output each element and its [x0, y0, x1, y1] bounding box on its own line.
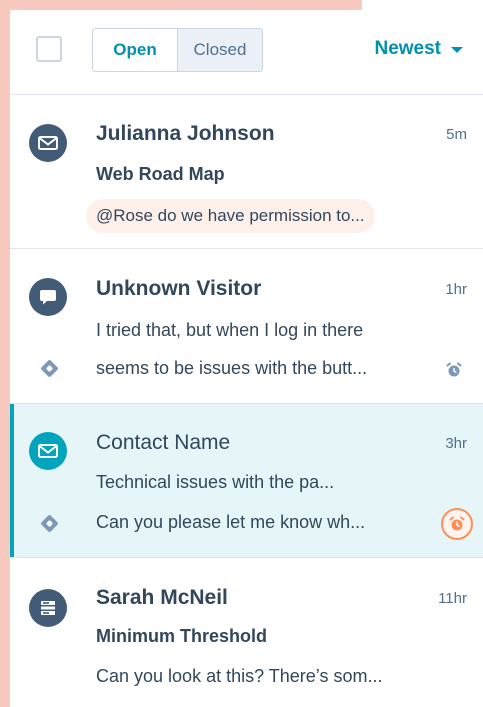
form-icon — [29, 589, 67, 627]
conversation-inbox-panel: Open Closed Newest Julianna Johnson 5m W… — [10, 10, 483, 707]
sort-dropdown[interactable]: Newest — [374, 38, 463, 60]
contact-name: Unknown Visitor — [96, 277, 262, 300]
timestamp: 1hr — [445, 281, 467, 298]
message-preview-mention: @Rose do we have permission to... — [86, 199, 375, 233]
timestamp: 5m — [446, 126, 467, 143]
message-preview: Can you look at this? There’s som... — [96, 666, 383, 686]
conversation-row-selected[interactable]: Contact Name 3hr Technical issues with t… — [10, 404, 483, 558]
conversation-subject: Minimum Threshold — [96, 626, 267, 646]
conversation-row[interactable]: Sarah McNeil 11hr Minimum Threshold Can … — [10, 558, 483, 707]
ticket-icon — [38, 512, 60, 534]
status-filter-toggle: Open Closed — [92, 28, 263, 72]
selection-indicator — [10, 404, 14, 557]
email-icon — [29, 432, 67, 470]
decorative-backdrop-top — [0, 0, 362, 10]
message-preview: Can you please let me know wh... — [96, 512, 366, 532]
conversation-subject: Technical issues with the pa... — [96, 472, 335, 492]
email-icon — [29, 124, 67, 162]
inbox-header: Open Closed Newest — [10, 10, 483, 95]
filter-closed-button[interactable]: Closed — [177, 29, 262, 71]
chat-icon — [29, 278, 67, 316]
contact-name: Sarah McNeil — [96, 586, 228, 609]
sort-label: Newest — [374, 38, 441, 59]
message-preview: seems to be issues with the butt... — [96, 358, 368, 378]
conversation-subject: Web Road Map — [96, 164, 225, 184]
ticket-icon — [38, 357, 60, 379]
contact-name: Contact Name — [96, 431, 231, 454]
timestamp: 3hr — [445, 435, 467, 452]
contact-name: Julianna Johnson — [96, 122, 275, 145]
timestamp: 11hr — [438, 590, 467, 607]
conversation-row[interactable]: Unknown Visitor 1hr I tried that, but wh… — [10, 249, 483, 404]
alarm-icon — [443, 359, 465, 381]
message-preview: I tried that, but when I log in there — [96, 320, 364, 340]
select-all-checkbox[interactable] — [36, 36, 62, 62]
chevron-down-icon — [451, 47, 463, 53]
decorative-backdrop-left — [0, 0, 10, 707]
conversation-row[interactable]: Julianna Johnson 5m Web Road Map @Rose d… — [10, 94, 483, 249]
filter-open-button[interactable]: Open — [93, 29, 177, 71]
alarm-icon — [441, 508, 473, 540]
